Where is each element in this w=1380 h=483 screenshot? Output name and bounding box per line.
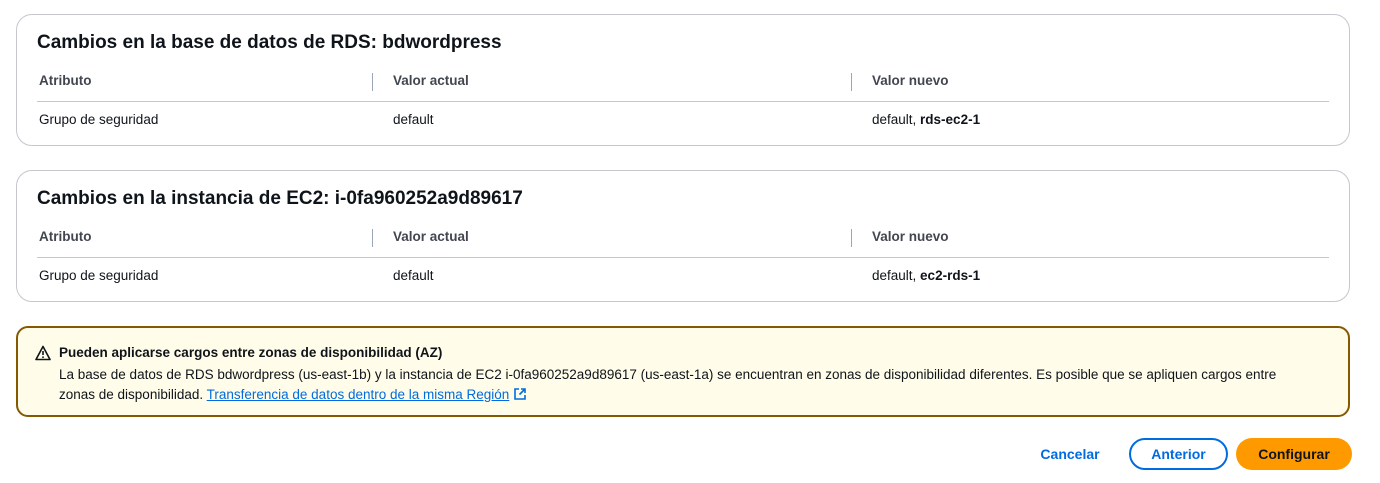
column-header-new-value: Valor nuevo: [872, 229, 949, 244]
cancel-button[interactable]: Cancelar: [1030, 438, 1110, 470]
data-transfer-link[interactable]: Transferencia de datos dentro de la mism…: [207, 387, 528, 402]
column-header-new-value: Valor nuevo: [872, 73, 949, 88]
cell-new-value-prefix: default,: [872, 112, 921, 127]
table-row: Grupo de seguridad default default, ec2-…: [37, 268, 1329, 288]
column-header-current-value: Valor actual: [393, 229, 469, 244]
column-divider[interactable]: [851, 73, 852, 91]
cell-new-value-group: rds-ec2-1: [920, 112, 981, 127]
data-transfer-link-label: Transferencia de datos dentro de la mism…: [206, 387, 510, 402]
previous-button[interactable]: Anterior: [1129, 438, 1228, 470]
rds-card-title: Cambios en la base de datos de RDS: bdwo…: [37, 32, 502, 53]
warning-icon: [35, 345, 51, 361]
external-link-icon: [514, 388, 527, 400]
cell-new-value: default, ec2-rds-1: [872, 268, 980, 283]
ec2-card-title: Cambios en la instancia de EC2: i-0fa960…: [37, 188, 523, 209]
cell-attribute: Grupo de seguridad: [39, 268, 159, 283]
column-header-current-value: Valor actual: [393, 73, 469, 88]
alert-title: Pueden aplicarse cargos entre zonas de d…: [59, 345, 443, 360]
cross-az-warning-alert: Pueden aplicarse cargos entre zonas de d…: [16, 326, 1350, 417]
column-divider[interactable]: [372, 73, 373, 91]
rds-changes-card: Cambios en la base de datos de RDS: bdwo…: [16, 14, 1350, 146]
rds-table-header: Atributo Valor actual Valor nuevo: [37, 73, 1329, 102]
cell-current-value: default: [393, 268, 434, 283]
cell-new-value: default, rds-ec2-1: [872, 112, 980, 127]
configure-button[interactable]: Configurar: [1236, 438, 1352, 470]
cell-new-value-group: ec2-rds-1: [920, 268, 981, 283]
cell-attribute: Grupo de seguridad: [39, 112, 159, 127]
table-row: Grupo de seguridad default default, rds-…: [37, 112, 1329, 132]
alert-body: La base de datos de RDS bdwordpress (us-…: [59, 365, 1309, 405]
column-divider[interactable]: [851, 229, 852, 247]
cell-current-value: default: [393, 112, 434, 127]
ec2-table-header: Atributo Valor actual Valor nuevo: [37, 229, 1329, 258]
column-header-attribute: Atributo: [39, 73, 92, 88]
column-header-attribute: Atributo: [39, 229, 92, 244]
ec2-changes-card: Cambios en la instancia de EC2: i-0fa960…: [16, 170, 1350, 302]
column-divider[interactable]: [372, 229, 373, 247]
cell-new-value-prefix: default,: [872, 268, 921, 283]
